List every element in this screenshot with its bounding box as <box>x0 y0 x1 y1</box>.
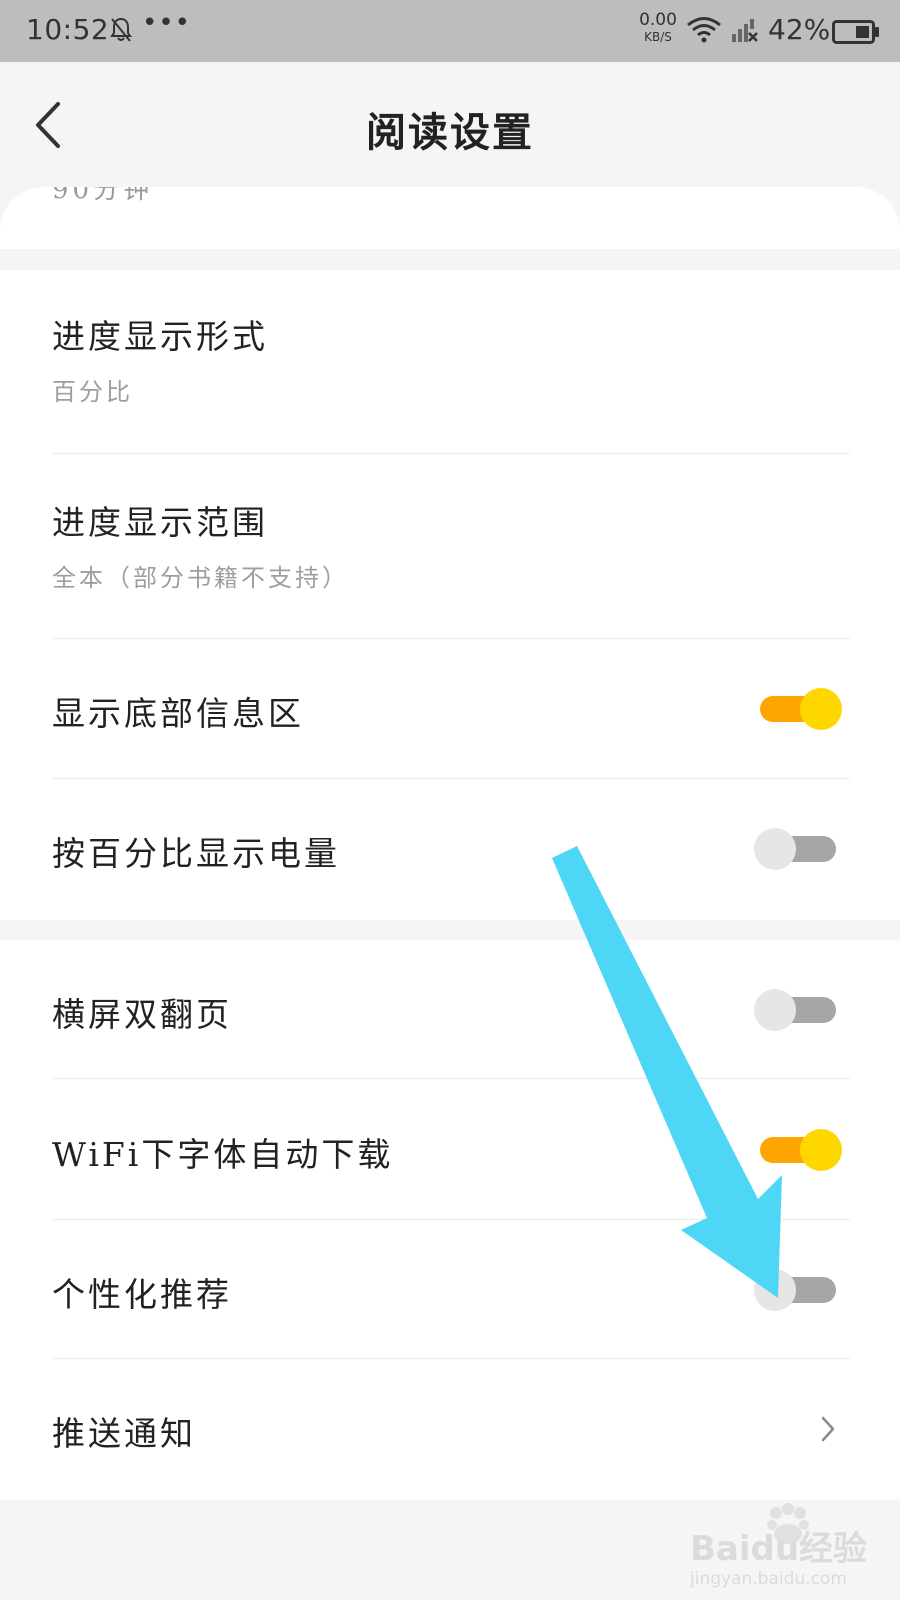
toggle-switch-personalized[interactable] <box>754 1268 842 1312</box>
battery-percentage: 42% <box>768 13 831 46</box>
setting-label: 推送通知 <box>52 1414 196 1453</box>
chevron-right-icon <box>821 1416 835 1442</box>
bell-muted-icon <box>110 17 132 42</box>
settings-card-progress: 进度显示形式 百分比 进度显示范围 全本（部分书籍不支持） 显示底部信息区 按百… <box>0 270 900 920</box>
partial-sublabel: 90分钟 <box>52 187 154 205</box>
setting-row-wifi-font-download: WiFi下字体自动下载 <box>52 1079 850 1220</box>
status-more-dots: ••• <box>142 8 192 38</box>
toggle-switch-bottom-info[interactable] <box>754 687 842 731</box>
signal-no-sim-icon <box>732 19 758 42</box>
toggle-knob <box>754 828 796 870</box>
toggle-knob <box>754 989 796 1031</box>
setting-label: 按百分比显示电量 <box>52 834 340 873</box>
setting-label: 横屏双翻页 <box>52 995 232 1034</box>
setting-row-push-notification[interactable]: 推送通知 <box>52 1359 850 1500</box>
status-bar: 10:52 ••• 0.00 KB/S 42% <box>0 0 900 62</box>
settings-card-top: 90分钟 <box>0 187 900 249</box>
status-time: 10:52 <box>26 13 110 46</box>
wifi-icon <box>687 17 721 43</box>
toggle-switch-landscape-double[interactable] <box>754 988 842 1032</box>
setting-label: 显示底部信息区 <box>52 694 304 733</box>
watermark-url: jingyan.baidu.com <box>690 1569 847 1589</box>
page-title: 阅读设置 <box>366 109 534 156</box>
watermark-text: Baidu经验 <box>690 1529 867 1569</box>
network-speed: 0.00 KB/S <box>639 10 677 45</box>
setting-label: WiFi下字体自动下载 <box>52 1135 394 1174</box>
toggle-switch-battery-percent[interactable] <box>754 827 842 871</box>
setting-row-battery-percent: 按百分比显示电量 <box>52 779 850 920</box>
toggle-knob <box>800 1129 842 1171</box>
setting-value: 全本（部分书籍不支持） <box>52 564 349 592</box>
toggle-knob <box>754 1269 796 1311</box>
setting-row-progress-format[interactable]: 进度显示形式 百分比 <box>52 270 850 454</box>
setting-row-progress-range[interactable]: 进度显示范围 全本（部分书籍不支持） <box>52 454 850 639</box>
nav-header: 阅读设置 <box>0 62 900 186</box>
setting-value: 百分比 <box>52 378 133 406</box>
setting-row-personalized: 个性化推荐 <box>52 1220 850 1359</box>
setting-label: 个性化推荐 <box>52 1275 232 1314</box>
battery-icon <box>832 20 879 44</box>
settings-card-misc: 横屏双翻页 WiFi下字体自动下载 个性化推荐 推送通知 <box>0 940 900 1500</box>
setting-row-bottom-info: 显示底部信息区 <box>52 639 850 779</box>
toggle-switch-wifi-font-download[interactable] <box>754 1128 842 1172</box>
setting-label: 进度显示范围 <box>52 503 268 542</box>
setting-row-landscape-double: 横屏双翻页 <box>52 940 850 1079</box>
setting-label: 进度显示形式 <box>52 317 268 356</box>
baidu-jingyan-watermark: Baidu经验 jingyan.baidu.com <box>690 1503 867 1589</box>
toggle-knob <box>800 688 842 730</box>
